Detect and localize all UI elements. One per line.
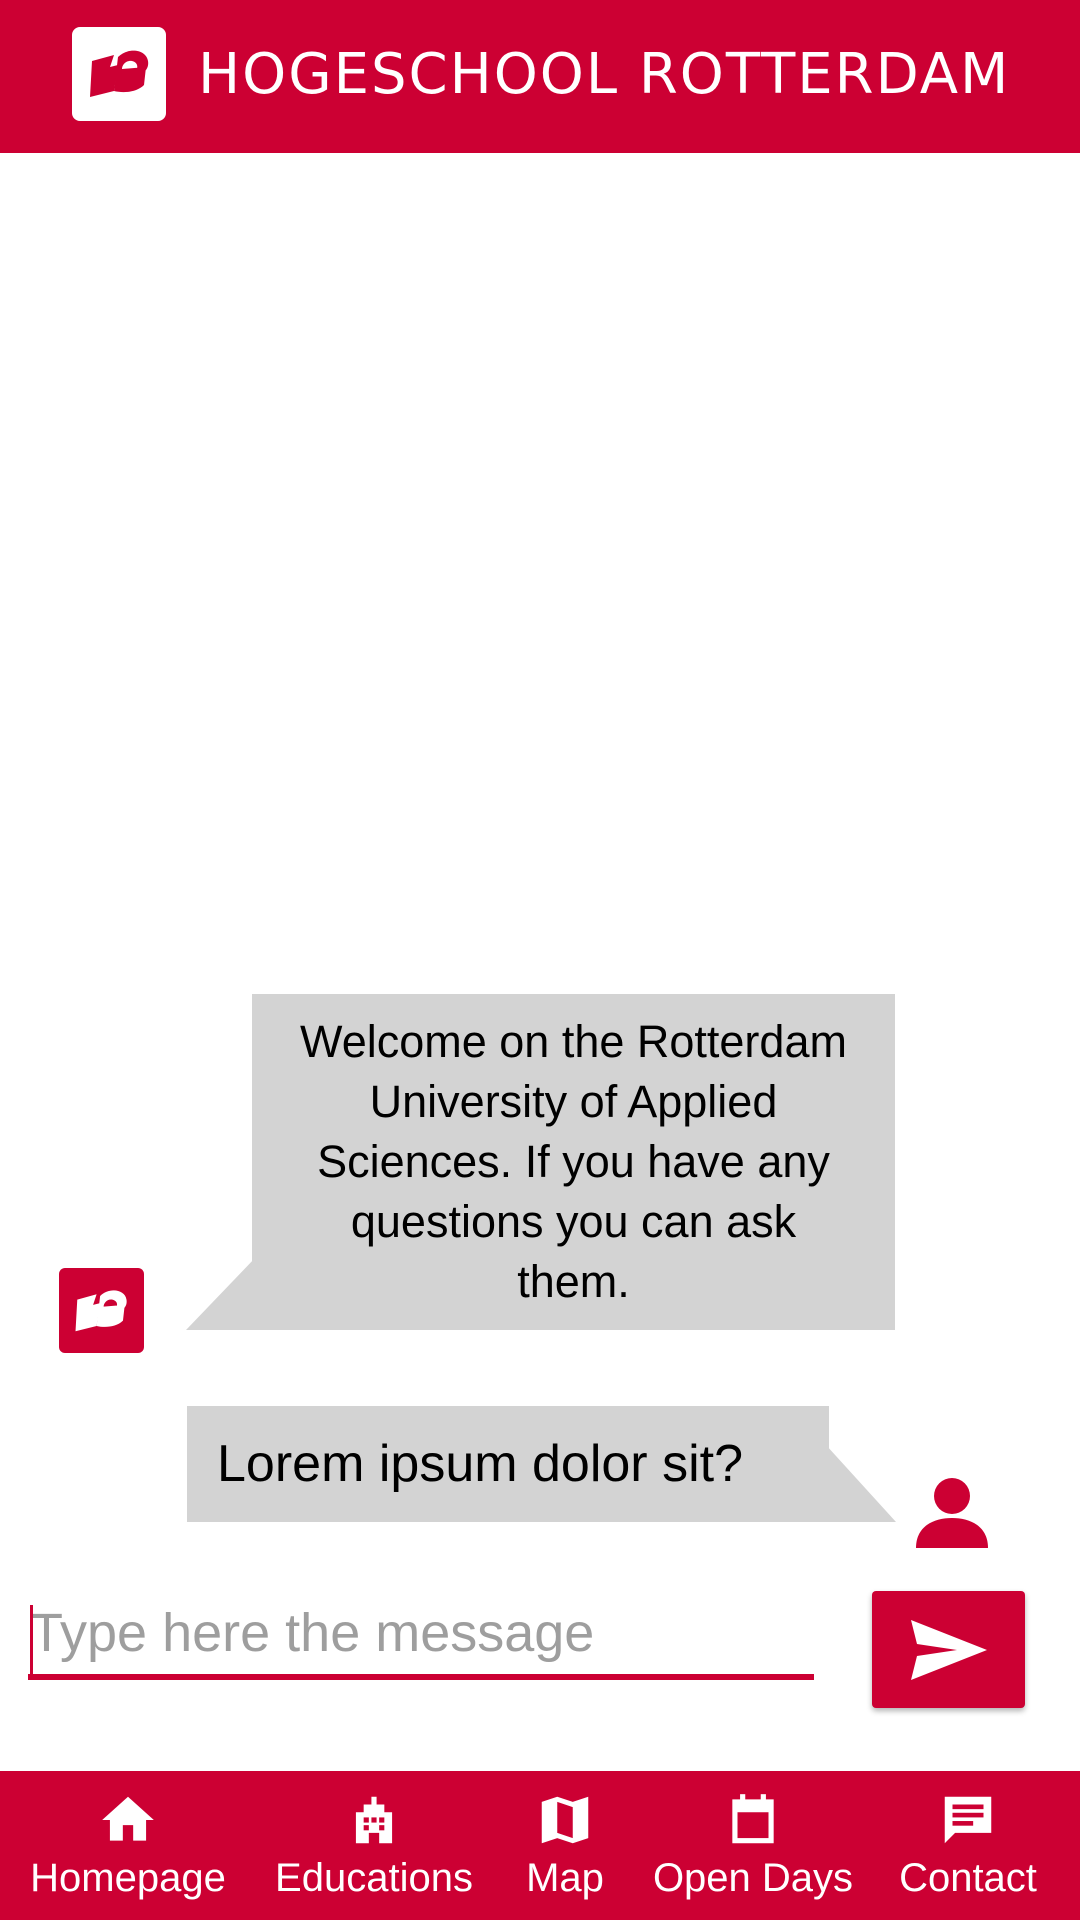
nav-label: Contact	[899, 1856, 1037, 1900]
hr-logo-icon	[72, 27, 166, 121]
text-cursor	[30, 1605, 33, 1675]
app-title: HOGESCHOOL ROTTERDAM	[198, 42, 1011, 107]
bottom-nav: Homepage Educations Map Open Days Contac…	[0, 1771, 1080, 1920]
nav-item-contact[interactable]: Contact	[890, 1771, 1046, 1920]
home-icon	[102, 1796, 154, 1841]
chat-area	[0, 153, 1080, 1540]
app-header: HOGESCHOOL ROTTERDAM	[0, 0, 1080, 153]
user-bubble-tail	[826, 1445, 896, 1522]
nav-item-educations[interactable]: Educations	[272, 1771, 476, 1920]
nav-label: Homepage	[30, 1856, 226, 1900]
nav-label: Map	[526, 1856, 604, 1900]
user-message-bubble: Lorem ipsum dolor sit?	[187, 1406, 829, 1522]
nav-item-homepage[interactable]: Homepage	[26, 1771, 230, 1920]
bot-bubble-tail	[186, 1257, 256, 1330]
hr-logo-icon	[59, 1268, 144, 1353]
send-icon	[910, 1619, 987, 1680]
map-icon	[541, 1796, 589, 1844]
bot-message-text: Welcome on the Rotterdam University of A…	[300, 1016, 847, 1307]
user-message-text: Lorem ipsum dolor sit?	[217, 1435, 743, 1493]
message-input[interactable]	[28, 1592, 814, 1680]
building-icon	[355, 1796, 393, 1844]
person-icon	[916, 1478, 988, 1548]
nav-item-open-days[interactable]: Open Days	[650, 1771, 856, 1920]
calendar-icon	[732, 1794, 774, 1844]
bot-message-bubble: Welcome on the Rotterdam University of A…	[252, 994, 895, 1330]
nav-label: Educations	[275, 1856, 473, 1900]
nav-item-map[interactable]: Map	[508, 1771, 622, 1920]
chat-icon	[944, 1796, 992, 1844]
send-button[interactable]	[872, 1591, 1025, 1708]
nav-label: Open Days	[652, 1856, 854, 1900]
